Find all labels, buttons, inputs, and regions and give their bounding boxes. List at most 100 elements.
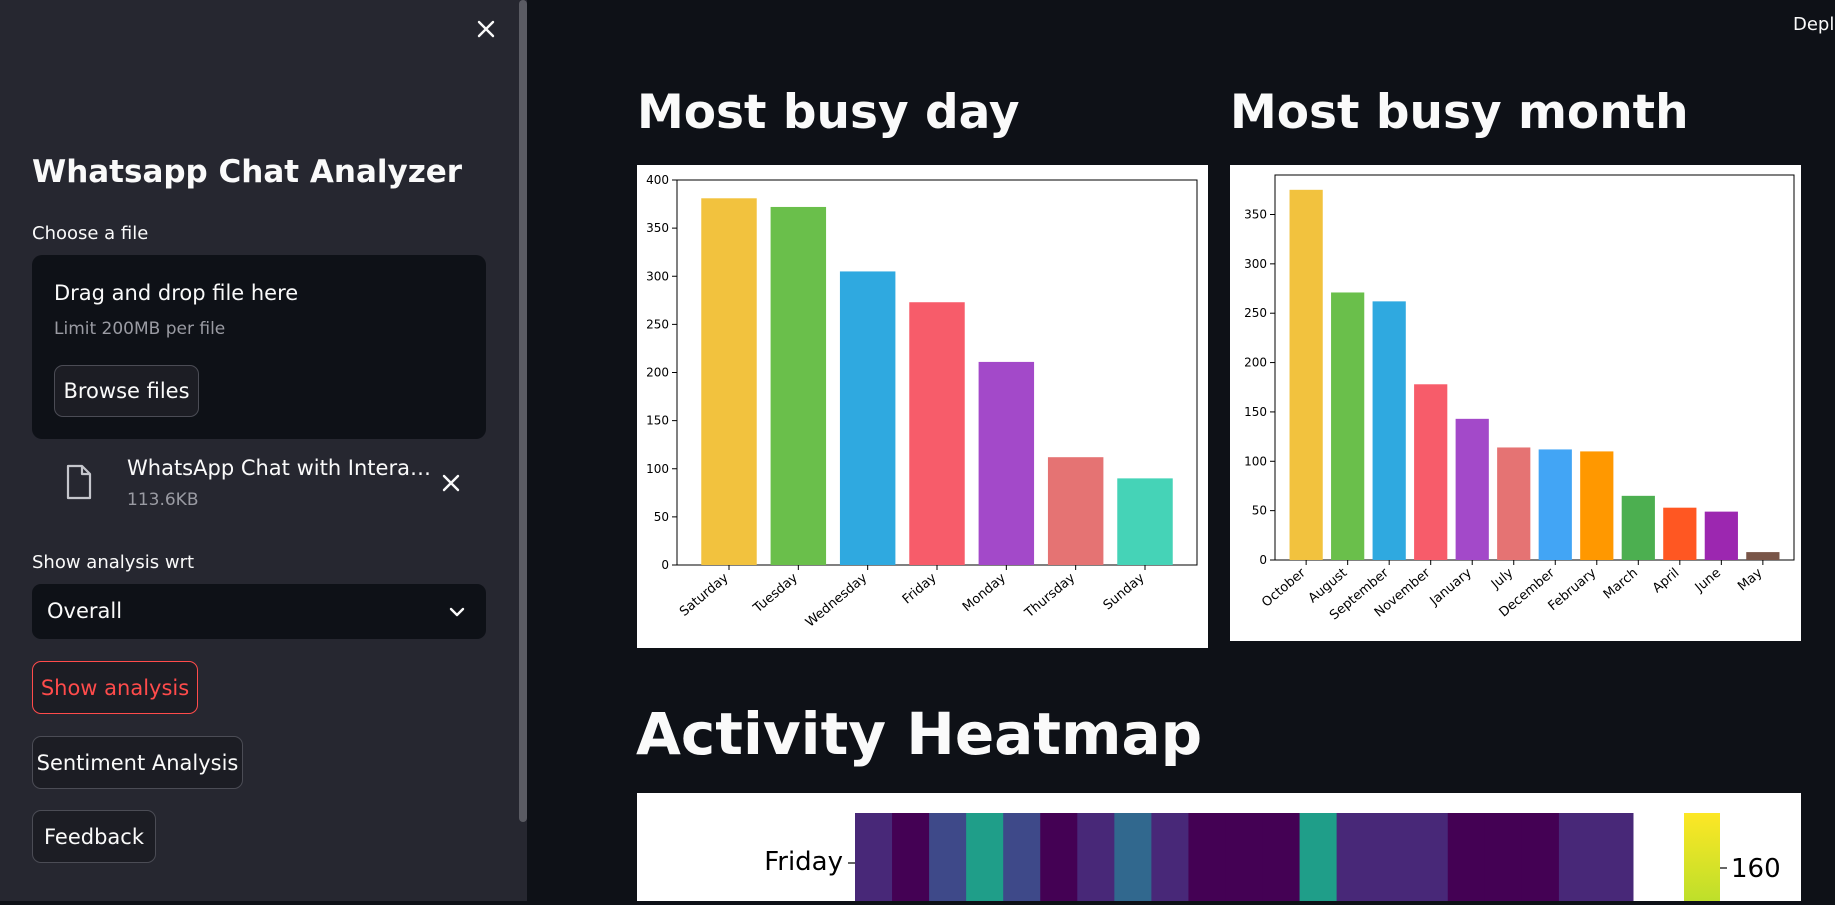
heatmap-cell: [1336, 813, 1375, 905]
heatmap-cell: [1447, 813, 1486, 905]
busy-day-xtick-label: Tuesday: [750, 570, 801, 616]
busy-day-ytick-label: 50: [654, 510, 669, 524]
heatmap-row-label: Friday: [764, 847, 843, 877]
heatmap-cell: [855, 813, 893, 905]
busy-month-bar: [1331, 292, 1365, 560]
show-analysis-button[interactable]: Show analysis: [32, 661, 198, 714]
busy-day-xtick-label: Sunday: [1101, 570, 1148, 613]
busy-month-ytick-label: 350: [1244, 207, 1267, 221]
close-icon: [477, 20, 495, 38]
busy-day-bar: [1047, 457, 1104, 565]
busy-month-xtick-label: April: [1650, 566, 1682, 597]
sidebar-scrollbar[interactable]: [519, 0, 527, 822]
heatmap-cell: [1595, 813, 1634, 905]
busy-day-ytick-label: 400: [646, 173, 669, 187]
busy-month-chart-svg: 050100150200250300350OctoberAugustSeptem…: [1244, 174, 1795, 623]
heatmap-cell: [1299, 813, 1338, 905]
colorbar-tick-label: 160: [1731, 854, 1781, 884]
file-name: WhatsApp Chat with Interaction with ...: [127, 456, 432, 480]
file-icon: [66, 464, 92, 500]
busy-day-title: Most busy day: [637, 85, 1020, 140]
heatmap-cell: [1040, 813, 1078, 905]
busy-month-bar: [1289, 189, 1323, 561]
busy-month-bar: [1538, 449, 1572, 560]
dropzone-text: Drag and drop file here: [54, 281, 299, 305]
busy-month-bar: [1580, 451, 1614, 560]
busy-day-bar: [909, 302, 965, 565]
busy-month-xtick-label: January: [1427, 565, 1475, 609]
busy-month-xtick-label: June: [1692, 566, 1724, 596]
heatmap-cell: [966, 813, 1004, 905]
app-title: Whatsapp Chat Analyzer: [32, 154, 463, 190]
busy-day-bar: [978, 361, 1035, 565]
busy-day-ytick-label: 350: [646, 221, 669, 235]
activity-heatmap-svg: Friday 160: [764, 813, 1781, 905]
busy-day-bar: [1117, 478, 1173, 565]
heatmap-cell: [1114, 813, 1152, 905]
sentiment-analysis-button[interactable]: Sentiment Analysis: [32, 736, 243, 789]
heatmap-cell: [1003, 813, 1041, 905]
uploaded-file: WhatsApp Chat with Interaction with ... …: [32, 450, 486, 516]
busy-day-ytick-label: 200: [646, 366, 669, 380]
busy-month-bar: [1372, 301, 1406, 560]
busy-month-ytick-label: 200: [1244, 356, 1267, 370]
busy-day-ytick-label: 300: [646, 269, 669, 283]
heatmap-cell: [1077, 813, 1115, 905]
heatmap-colorbar: [1684, 813, 1720, 905]
busy-day-chart-svg: 0 50 100 150 200 250 300 350 400 Saturday Tuesday W…: [646, 173, 1198, 630]
activity-heatmap: Friday 160: [637, 793, 1801, 905]
busy-day-xtick-label: Saturday: [677, 570, 732, 619]
busy-month-bar: [1663, 507, 1697, 560]
heatmap-cell: [1521, 813, 1560, 905]
busy-month-bar: [1704, 511, 1738, 560]
heatmap-cell: [1262, 813, 1301, 905]
heatmap-cell: [1410, 813, 1449, 905]
heatmap-title: Activity Heatmap: [636, 700, 1203, 768]
busy-month-ytick-label: 300: [1244, 257, 1267, 271]
busy-month-ytick-label: 0: [1259, 553, 1267, 567]
busy-month-bar: [1497, 447, 1531, 560]
deploy-button[interactable]: Deploy: [1793, 14, 1835, 35]
heatmap-cell: [1151, 813, 1189, 905]
chevron-down-icon: [449, 607, 465, 617]
busy-month-ytick-label: 250: [1244, 306, 1267, 320]
close-sidebar-button[interactable]: [471, 14, 501, 44]
busy-day-ytick-label: 250: [646, 317, 669, 331]
busy-day-bar: [839, 271, 896, 565]
busy-day-ytick-label: 150: [646, 414, 669, 428]
feedback-button[interactable]: Feedback: [32, 810, 156, 863]
busy-month-bar: [1414, 384, 1448, 560]
busy-month-ytick-label: 150: [1244, 405, 1267, 419]
file-size: 113.6KB: [127, 490, 199, 510]
busy-day-xtick-label: Wednesday: [803, 570, 871, 630]
analysis-select[interactable]: Overall: [32, 584, 486, 639]
select-value: Overall: [47, 599, 123, 623]
busy-month-xtick-label: March: [1601, 566, 1641, 603]
busy-month-xtick-label: July: [1488, 565, 1517, 592]
heatmap-cell: [1484, 813, 1523, 905]
busy-day-xtick-label: Monday: [960, 570, 1009, 615]
file-dropzone[interactable]: Drag and drop file here Limit 200MB per …: [32, 255, 486, 439]
busy-month-ytick-label: 50: [1252, 504, 1267, 518]
dropzone-limit: Limit 200MB per file: [54, 319, 226, 339]
busy-day-xtick-label: Thursday: [1022, 570, 1079, 621]
busy-day-bar: [701, 198, 757, 565]
heatmap-cell: [1373, 813, 1412, 905]
busy-month-chart: 0 50 100 150 200 250 300 350 October August Septem…: [1230, 165, 1801, 641]
browse-files-button[interactable]: Browse files: [54, 365, 199, 417]
heatmap-cell: [929, 813, 967, 905]
busy-day-chart: 0 50 100 150 200 250 300 350 400 Saturday Tuesday W…: [637, 165, 1208, 648]
select-label: Show analysis wrt: [32, 552, 195, 573]
busy-day-xtick-label: Friday: [900, 570, 940, 607]
heatmap-cell: [1225, 813, 1264, 905]
busy-day-ytick-label: 100: [646, 462, 669, 476]
busy-month-bar: [1455, 418, 1489, 560]
heatmap-cell: [1558, 813, 1597, 905]
remove-file-button[interactable]: [438, 470, 464, 496]
heatmap-cell: [892, 813, 930, 905]
busy-month-bar: [1621, 495, 1655, 560]
busy-day-ytick-label: 0: [661, 558, 669, 572]
file-uploader-label: Choose a file: [32, 223, 149, 244]
busy-month-title: Most busy month: [1230, 85, 1689, 140]
busy-month-bar: [1746, 552, 1780, 560]
